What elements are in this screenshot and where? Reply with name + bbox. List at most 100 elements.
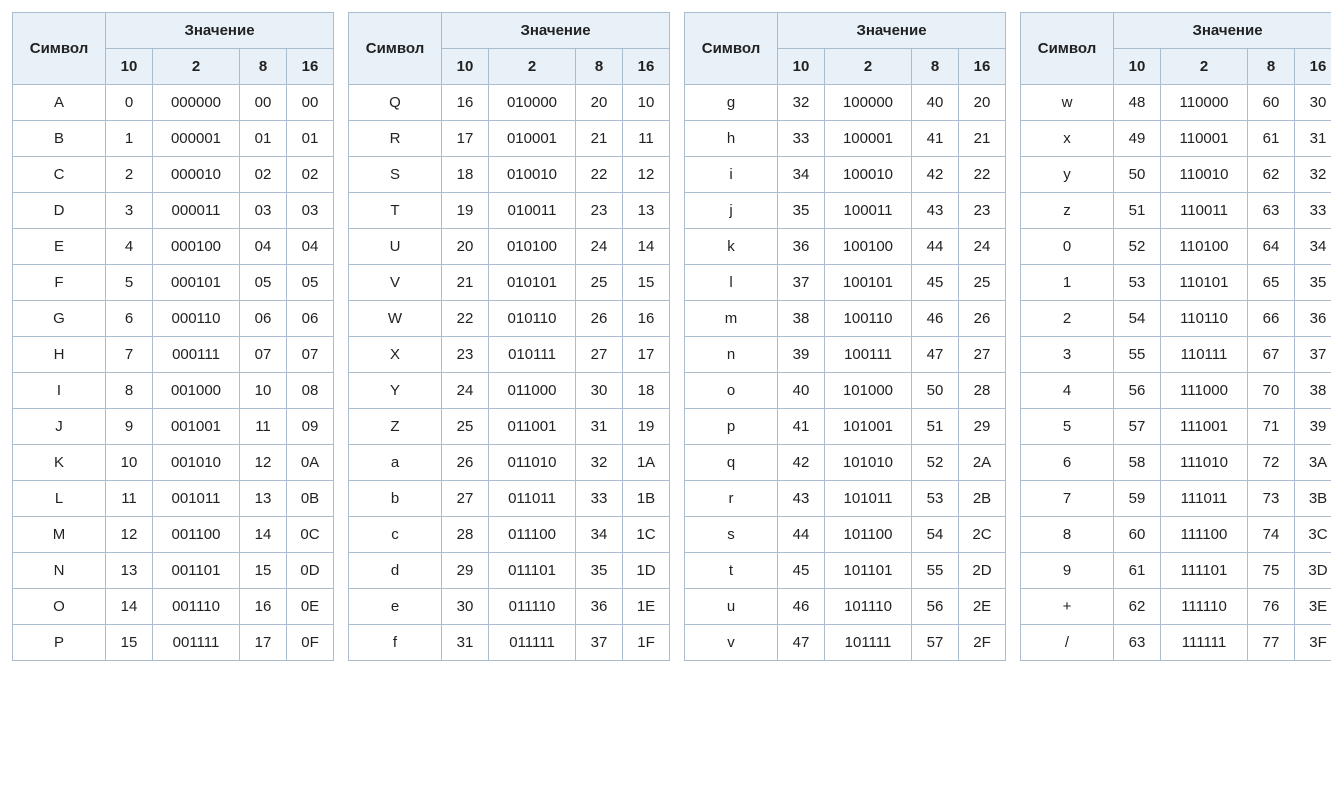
- table-row: v47101111572F: [685, 625, 1006, 661]
- cell-oct: 51: [912, 409, 959, 445]
- cell-symbol: G: [13, 301, 106, 337]
- cell-oct: 56: [912, 589, 959, 625]
- cell-symbol: A: [13, 85, 106, 121]
- table-row: 2541101106636: [1021, 301, 1331, 337]
- cell-hex: 1C: [623, 517, 670, 553]
- table-row: h331000014121: [685, 121, 1006, 157]
- table-row: 4561110007038: [1021, 373, 1331, 409]
- cell-symbol: k: [685, 229, 778, 265]
- col-header-symbol: Символ: [1021, 13, 1114, 85]
- cell-symbol: q: [685, 445, 778, 481]
- cell-dec: 7: [106, 337, 153, 373]
- cell-dec: 45: [778, 553, 825, 589]
- cell-oct: 67: [1248, 337, 1295, 373]
- cell-symbol: W: [349, 301, 442, 337]
- cell-oct: 20: [576, 85, 623, 121]
- cell-oct: 50: [912, 373, 959, 409]
- table-row: i341000104222: [685, 157, 1006, 193]
- cell-hex: 08: [287, 373, 334, 409]
- cell-dec: 43: [778, 481, 825, 517]
- cell-hex: 3A: [1295, 445, 1331, 481]
- cell-dec: 54: [1114, 301, 1161, 337]
- cell-dec: 13: [106, 553, 153, 589]
- cell-bin: 100010: [825, 157, 912, 193]
- cell-hex: 1B: [623, 481, 670, 517]
- cell-hex: 3C: [1295, 517, 1331, 553]
- cell-oct: 35: [576, 553, 623, 589]
- table-row: n391001114727: [685, 337, 1006, 373]
- cell-dec: 17: [442, 121, 489, 157]
- cell-oct: 06: [240, 301, 287, 337]
- table-row: +62111110763E: [1021, 589, 1331, 625]
- cell-dec: 52: [1114, 229, 1161, 265]
- cell-oct: 16: [240, 589, 287, 625]
- cell-hex: 12: [623, 157, 670, 193]
- cell-bin: 100111: [825, 337, 912, 373]
- table-row: 759111011733B: [1021, 481, 1331, 517]
- table-row: f31011111371F: [349, 625, 670, 661]
- cell-oct: 63: [1248, 193, 1295, 229]
- table-row: 3551101116737: [1021, 337, 1331, 373]
- table-row: H70001110707: [13, 337, 334, 373]
- cell-symbol: p: [685, 409, 778, 445]
- cell-symbol: 7: [1021, 481, 1114, 517]
- cell-symbol: R: [349, 121, 442, 157]
- cell-symbol: n: [685, 337, 778, 373]
- cell-hex: 15: [623, 265, 670, 301]
- cell-dec: 25: [442, 409, 489, 445]
- cell-oct: 25: [576, 265, 623, 301]
- cell-oct: 32: [576, 445, 623, 481]
- table-row: Q160100002010: [349, 85, 670, 121]
- cell-symbol: j: [685, 193, 778, 229]
- cell-oct: 27: [576, 337, 623, 373]
- cell-symbol: w: [1021, 85, 1114, 121]
- cell-hex: 2C: [959, 517, 1006, 553]
- cell-bin: 010001: [489, 121, 576, 157]
- cell-oct: 03: [240, 193, 287, 229]
- table-row: u46101110562E: [685, 589, 1006, 625]
- cell-oct: 14: [240, 517, 287, 553]
- cell-bin: 111000: [1161, 373, 1248, 409]
- cell-symbol: s: [685, 517, 778, 553]
- table-row: I80010001008: [13, 373, 334, 409]
- cell-bin: 100001: [825, 121, 912, 157]
- cell-symbol: 2: [1021, 301, 1114, 337]
- cell-symbol: C: [13, 157, 106, 193]
- cell-dec: 21: [442, 265, 489, 301]
- cell-dec: 33: [778, 121, 825, 157]
- cell-bin: 111011: [1161, 481, 1248, 517]
- cell-dec: 50: [1114, 157, 1161, 193]
- cell-symbol: e: [349, 589, 442, 625]
- cell-hex: 3F: [1295, 625, 1331, 661]
- cell-bin: 101111: [825, 625, 912, 661]
- cell-dec: 61: [1114, 553, 1161, 589]
- cell-hex: 32: [1295, 157, 1331, 193]
- table-row: 860111100743C: [1021, 517, 1331, 553]
- col-header-base2: 2: [489, 49, 576, 85]
- cell-symbol: b: [349, 481, 442, 517]
- cell-bin: 011101: [489, 553, 576, 589]
- cell-dec: 5: [106, 265, 153, 301]
- cell-bin: 010011: [489, 193, 576, 229]
- table-row: m381001104626: [685, 301, 1006, 337]
- cell-bin: 110010: [1161, 157, 1248, 193]
- cell-bin: 101001: [825, 409, 912, 445]
- cell-symbol: N: [13, 553, 106, 589]
- cell-oct: 55: [912, 553, 959, 589]
- cell-symbol: Z: [349, 409, 442, 445]
- cell-oct: 12: [240, 445, 287, 481]
- table-row: 1531101016535: [1021, 265, 1331, 301]
- cell-oct: 15: [240, 553, 287, 589]
- cell-hex: 18: [623, 373, 670, 409]
- cell-oct: 13: [240, 481, 287, 517]
- cell-symbol: h: [685, 121, 778, 157]
- cell-symbol: 5: [1021, 409, 1114, 445]
- cell-symbol: P: [13, 625, 106, 661]
- cell-oct: 02: [240, 157, 287, 193]
- cell-symbol: Q: [349, 85, 442, 121]
- cell-oct: 24: [576, 229, 623, 265]
- cell-hex: 1D: [623, 553, 670, 589]
- cell-oct: 04: [240, 229, 287, 265]
- col-header-value: Значение: [1114, 13, 1331, 49]
- cell-oct: 01: [240, 121, 287, 157]
